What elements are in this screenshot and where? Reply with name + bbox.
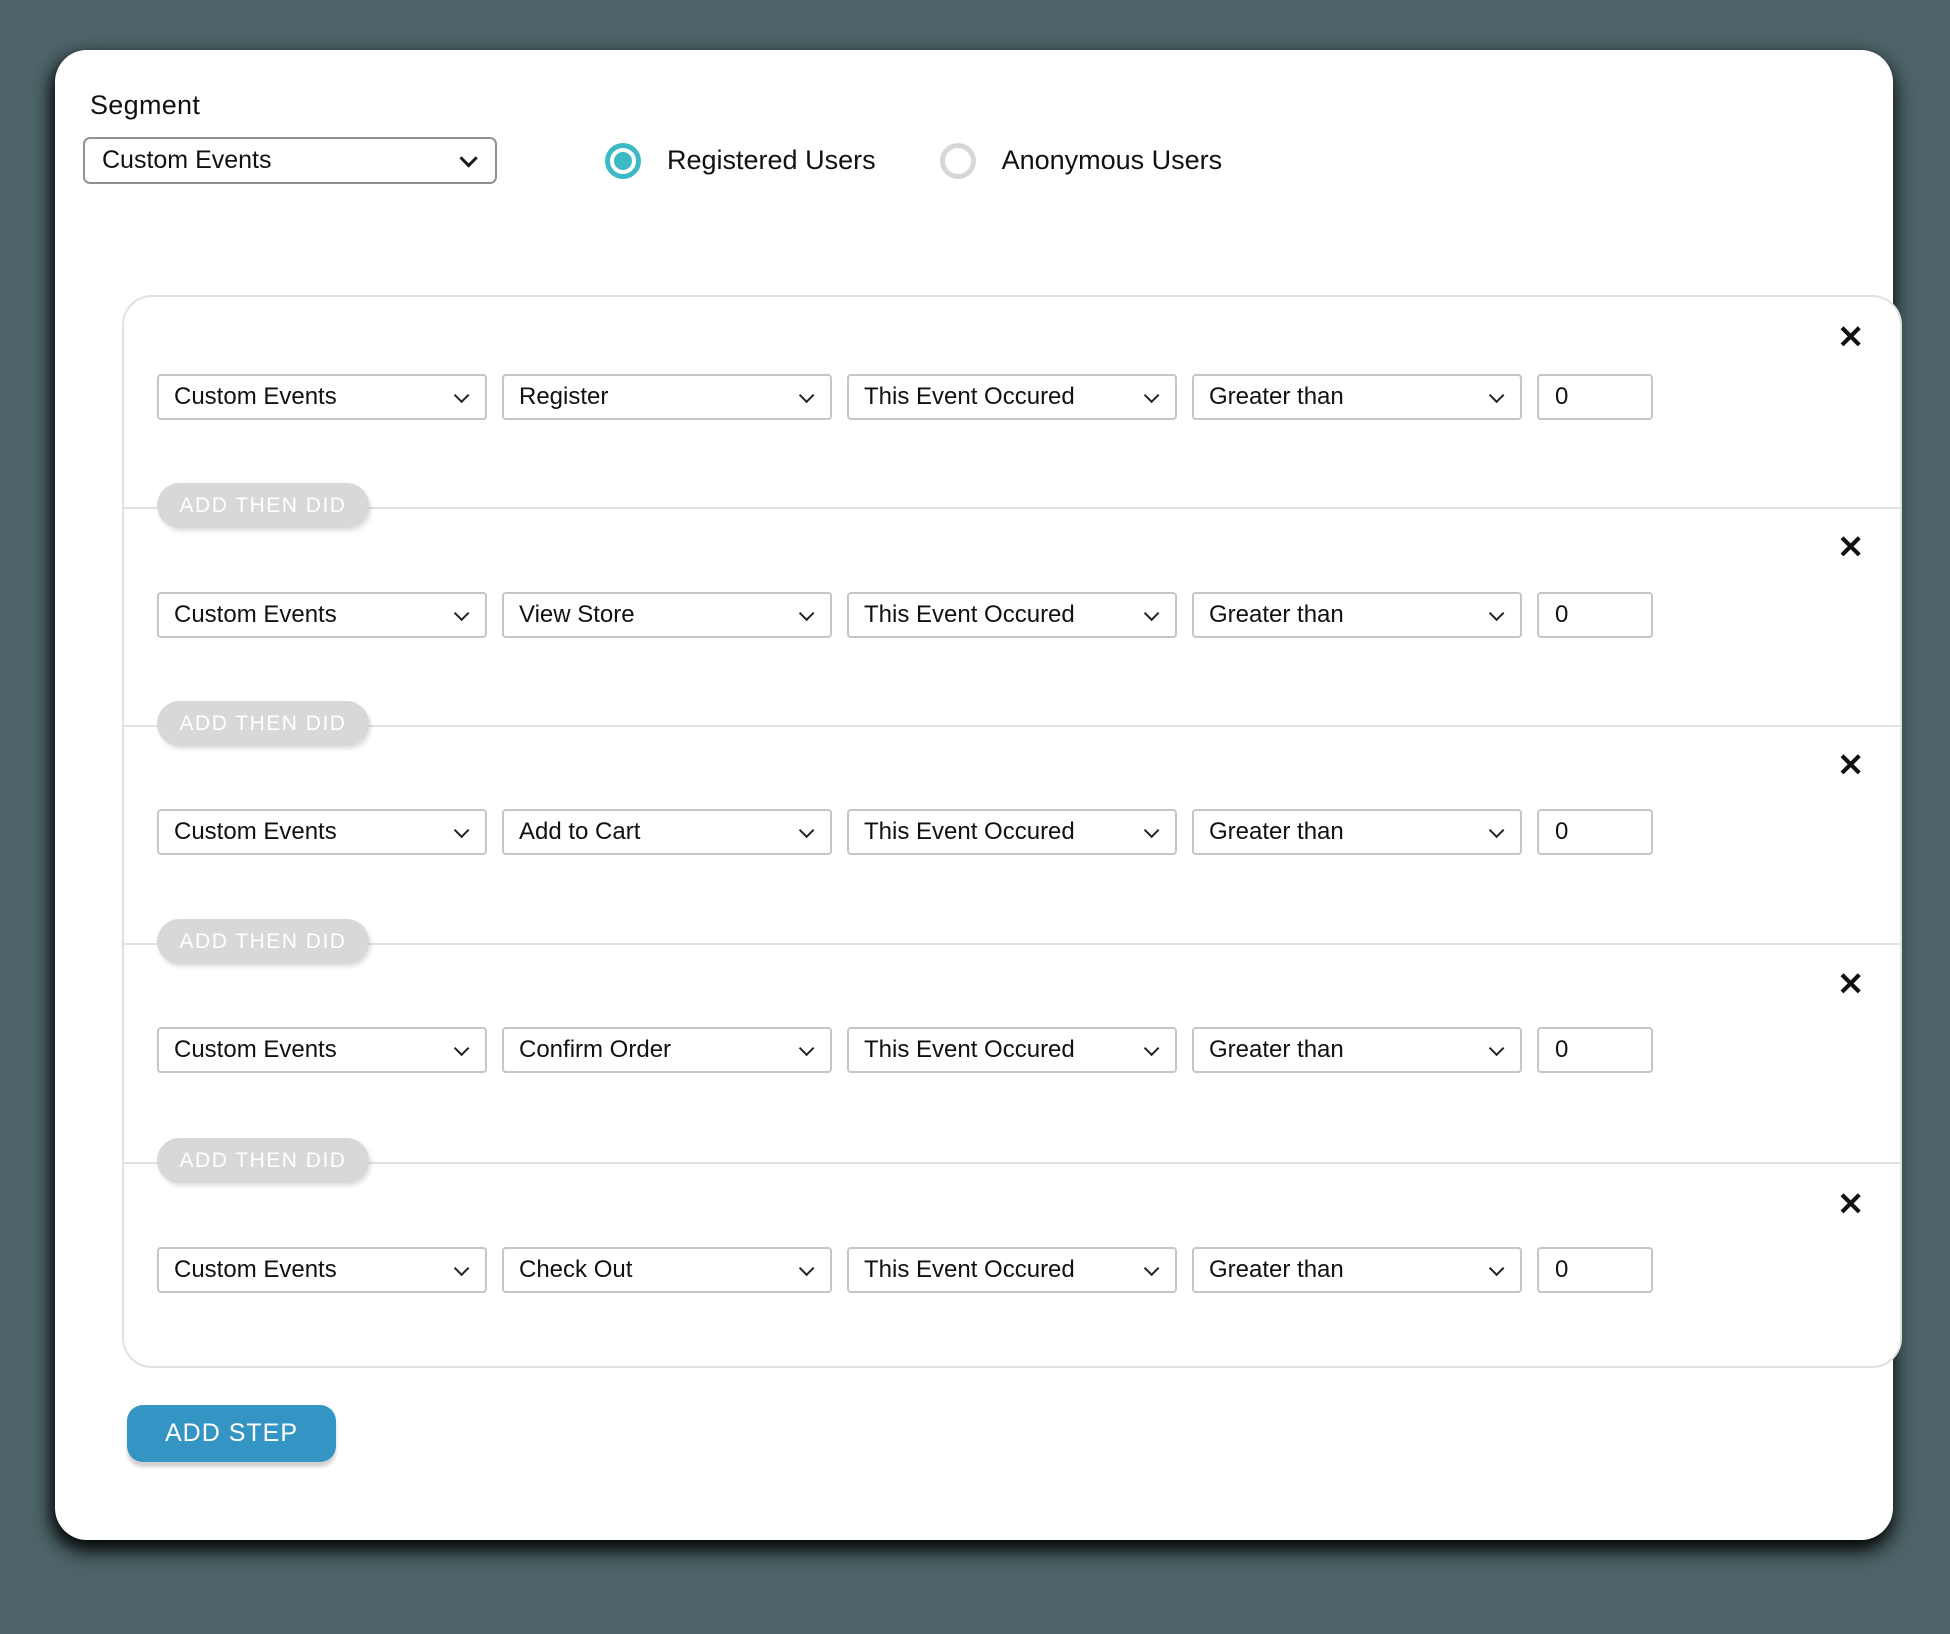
chevron-down-icon [1144,822,1160,838]
close-icon[interactable]: ✕ [1837,321,1864,353]
radio-anonymous-users[interactable]: Anonymous Users [940,143,1223,179]
event-source-select[interactable]: Custom Events [157,592,487,638]
event-source-select[interactable]: Custom Events [157,1027,487,1073]
chevron-down-icon [459,149,477,167]
steps-container: ✕ Custom Events Register This Event Occu… [122,295,1902,1368]
step-divider [124,1162,1900,1164]
event-name-select[interactable]: Add to Cart [502,809,832,855]
chevron-down-icon [1489,605,1505,621]
step-row: Custom Events View Store This Event Occu… [157,592,1653,638]
radio-registered-users[interactable]: Registered Users [605,143,876,179]
chevron-down-icon [454,822,470,838]
add-then-did-button[interactable]: ADD THEN DID [157,701,369,746]
event-source-value: Custom Events [174,601,337,629]
count-input[interactable] [1537,1247,1653,1293]
event-source-value: Custom Events [174,383,337,411]
chevron-down-icon [1489,387,1505,403]
chevron-down-icon [799,1260,815,1276]
radio-anonymous-label: Anonymous Users [1002,145,1223,176]
step-row: Custom Events Register This Event Occure… [157,374,1653,420]
step-divider [124,507,1900,509]
chevron-down-icon [1489,822,1505,838]
count-input[interactable] [1537,1027,1653,1073]
close-icon[interactable]: ✕ [1837,968,1864,1000]
comparator-value: Greater than [1209,1256,1344,1284]
chevron-down-icon [799,387,815,403]
event-condition-select[interactable]: This Event Occured [847,592,1177,638]
add-step-button[interactable]: ADD STEP [127,1405,336,1462]
event-condition-value: This Event Occured [864,1036,1075,1064]
radio-selected-icon [605,143,641,179]
comparator-select[interactable]: Greater than [1192,1027,1522,1073]
comparator-select[interactable]: Greater than [1192,809,1522,855]
event-name-value: Check Out [519,1256,632,1284]
chevron-down-icon [799,1040,815,1056]
chevron-down-icon [1489,1040,1505,1056]
event-name-select[interactable]: View Store [502,592,832,638]
chevron-down-icon [1489,1260,1505,1276]
comparator-value: Greater than [1209,818,1344,846]
event-source-select[interactable]: Custom Events [157,374,487,420]
segment-label: Segment [90,90,200,121]
event-name-select[interactable]: Register [502,374,832,420]
event-name-value: Add to Cart [519,818,640,846]
chevron-down-icon [454,387,470,403]
event-condition-value: This Event Occured [864,818,1075,846]
step-divider [124,725,1900,727]
chevron-down-icon [1144,1040,1160,1056]
event-condition-value: This Event Occured [864,1256,1075,1284]
event-condition-select[interactable]: This Event Occured [847,1247,1177,1293]
chevron-down-icon [799,822,815,838]
comparator-value: Greater than [1209,1036,1344,1064]
step-row: Custom Events Check Out This Event Occur… [157,1247,1653,1293]
count-input[interactable] [1537,592,1653,638]
event-name-value: Register [519,383,608,411]
chevron-down-icon [1144,387,1160,403]
comparator-value: Greater than [1209,383,1344,411]
event-source-select[interactable]: Custom Events [157,1247,487,1293]
chevron-down-icon [1144,1260,1160,1276]
event-name-value: View Store [519,601,635,629]
event-name-value: Confirm Order [519,1036,671,1064]
event-name-select[interactable]: Confirm Order [502,1027,832,1073]
add-then-did-button[interactable]: ADD THEN DID [157,1138,369,1183]
segment-type-value: Custom Events [102,146,272,175]
chevron-down-icon [1144,605,1160,621]
event-source-value: Custom Events [174,1036,337,1064]
chevron-down-icon [454,1260,470,1276]
radio-registered-label: Registered Users [667,145,876,176]
segment-type-select[interactable]: Custom Events [83,137,497,184]
step-row: Custom Events Add to Cart This Event Occ… [157,809,1653,855]
event-condition-select[interactable]: This Event Occured [847,809,1177,855]
count-input[interactable] [1537,809,1653,855]
event-condition-select[interactable]: This Event Occured [847,374,1177,420]
add-then-did-button[interactable]: ADD THEN DID [157,483,369,528]
comparator-select[interactable]: Greater than [1192,374,1522,420]
chevron-down-icon [454,1040,470,1056]
event-source-value: Custom Events [174,1256,337,1284]
comparator-select[interactable]: Greater than [1192,592,1522,638]
event-source-value: Custom Events [174,818,337,846]
radio-unselected-icon [940,143,976,179]
step-divider [124,943,1900,945]
add-then-did-button[interactable]: ADD THEN DID [157,919,369,964]
event-condition-select[interactable]: This Event Occured [847,1027,1177,1073]
step-row: Custom Events Confirm Order This Event O… [157,1027,1653,1073]
segment-builder-card: Segment Custom Events Registered Users A… [55,50,1893,1540]
close-icon[interactable]: ✕ [1837,1188,1864,1220]
close-icon[interactable]: ✕ [1837,531,1864,563]
event-condition-value: This Event Occured [864,383,1075,411]
event-condition-value: This Event Occured [864,601,1075,629]
chevron-down-icon [799,605,815,621]
close-icon[interactable]: ✕ [1837,749,1864,781]
event-source-select[interactable]: Custom Events [157,809,487,855]
event-name-select[interactable]: Check Out [502,1247,832,1293]
chevron-down-icon [454,605,470,621]
audience-radio-group: Registered Users Anonymous Users [605,137,1222,184]
count-input[interactable] [1537,374,1653,420]
comparator-select[interactable]: Greater than [1192,1247,1522,1293]
comparator-value: Greater than [1209,601,1344,629]
